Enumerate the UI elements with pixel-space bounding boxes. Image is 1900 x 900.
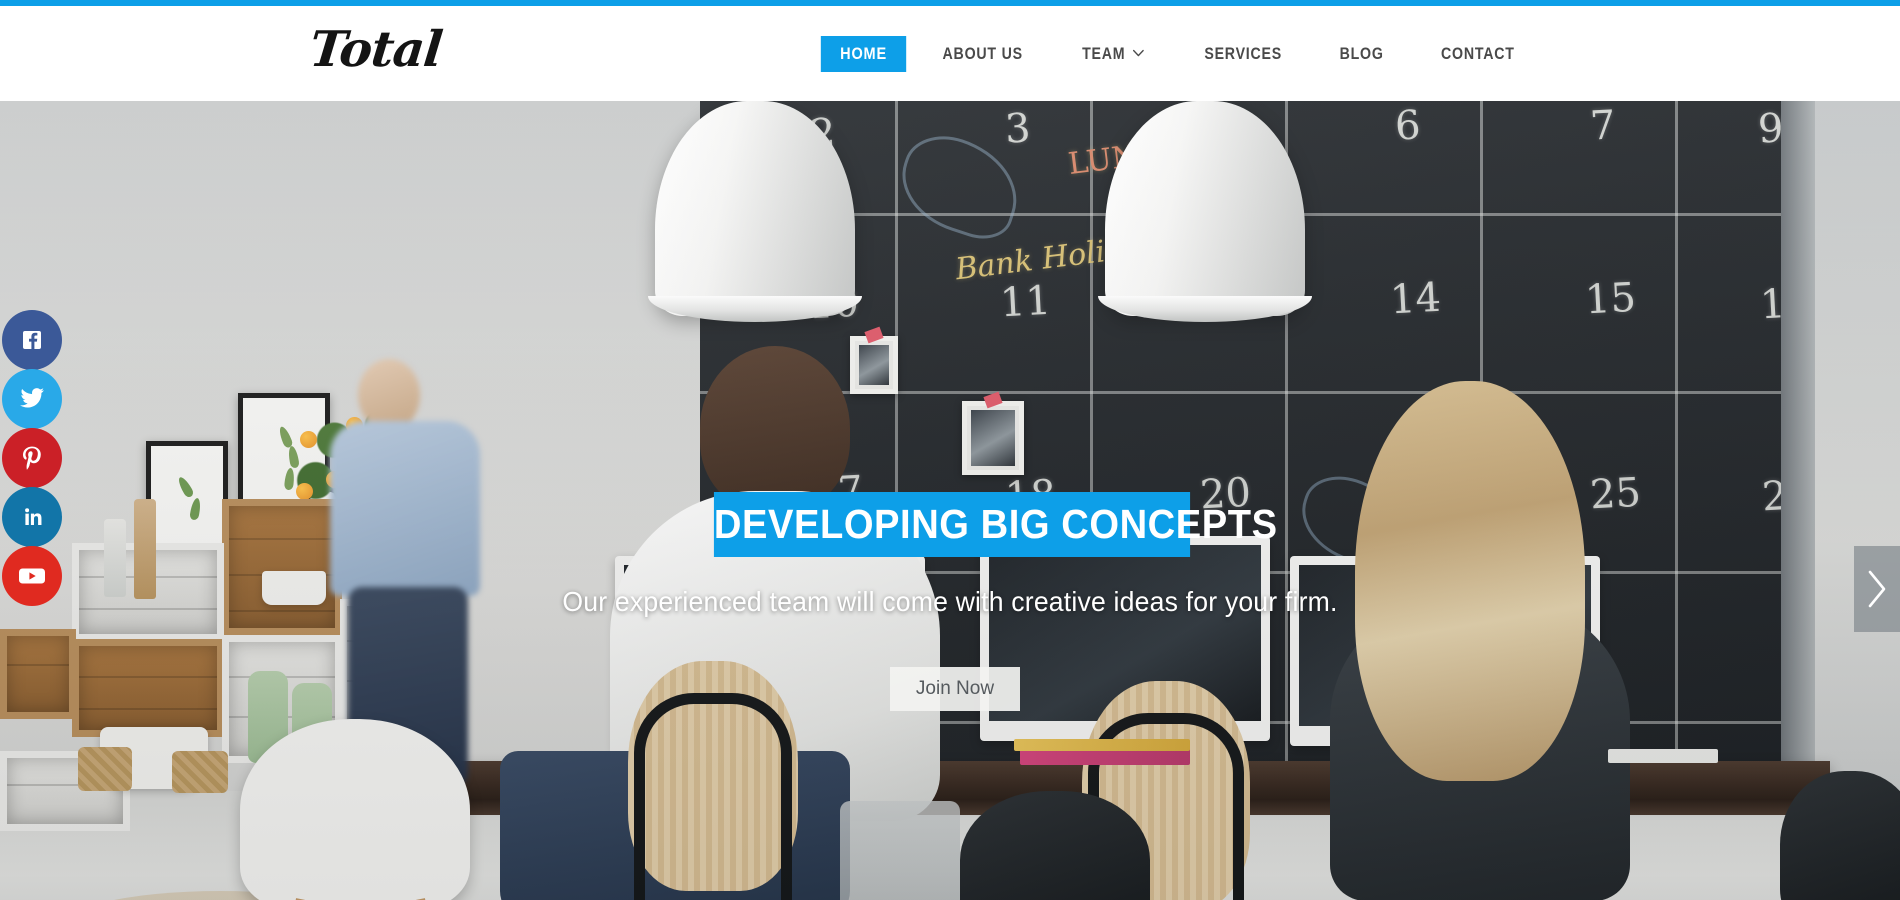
nav-home[interactable]: HOME — [820, 36, 907, 72]
top-accent-bar — [0, 0, 1900, 6]
social-link-linkedin[interactable] — [2, 487, 62, 547]
site-logo[interactable]: Total — [307, 20, 445, 78]
social-link-pinterest[interactable] — [2, 428, 62, 488]
nav-item-label: ABOUT US — [942, 45, 1023, 63]
chevron-right-icon — [1866, 569, 1888, 609]
nav-team[interactable]: TEAM — [1062, 36, 1166, 72]
site-header: Total HOME ABOUT US TEAM SERVICES BLOG CONTAC… — [0, 6, 1900, 101]
twitter-icon — [18, 387, 46, 411]
join-now-button[interactable]: Join Now — [890, 667, 1020, 711]
hero-subtitle: Our experienced team will come with crea… — [562, 586, 1338, 617]
linkedin-icon — [20, 505, 44, 529]
hero-content: Developing Big Concepts Our experienced … — [0, 101, 1900, 900]
nav-contact[interactable]: CONTACT — [1421, 36, 1536, 72]
nav-item-label: TEAM — [1082, 45, 1126, 63]
nav-item-label: SERVICES — [1203, 45, 1282, 63]
nav-item-label: HOME — [839, 45, 887, 63]
social-link-twitter[interactable] — [2, 369, 62, 429]
youtube-icon — [18, 566, 46, 586]
nav-blog[interactable]: BLOG — [1319, 36, 1404, 72]
nav-about-us[interactable]: ABOUT US — [922, 36, 1044, 72]
nav-item-label: CONTACT — [1441, 45, 1515, 63]
social-link-youtube[interactable] — [2, 546, 62, 606]
slider-next-button[interactable] — [1854, 546, 1900, 632]
facebook-icon — [19, 327, 45, 353]
nav-item-label: BLOG — [1339, 45, 1384, 63]
social-links-rail — [2, 310, 64, 606]
main-navigation: HOME ABOUT US TEAM SERVICES BLOG CONTACT — [815, 36, 1545, 72]
hero-title: Developing Big Concepts — [713, 492, 1277, 557]
hero-slider: 234679101113141516171820212528LUN 11Bank… — [0, 101, 1900, 900]
pinterest-icon — [20, 445, 44, 471]
social-link-facebook[interactable] — [2, 310, 62, 370]
nav-services[interactable]: SERVICES — [1183, 36, 1302, 72]
chevron-down-icon — [1133, 49, 1145, 57]
